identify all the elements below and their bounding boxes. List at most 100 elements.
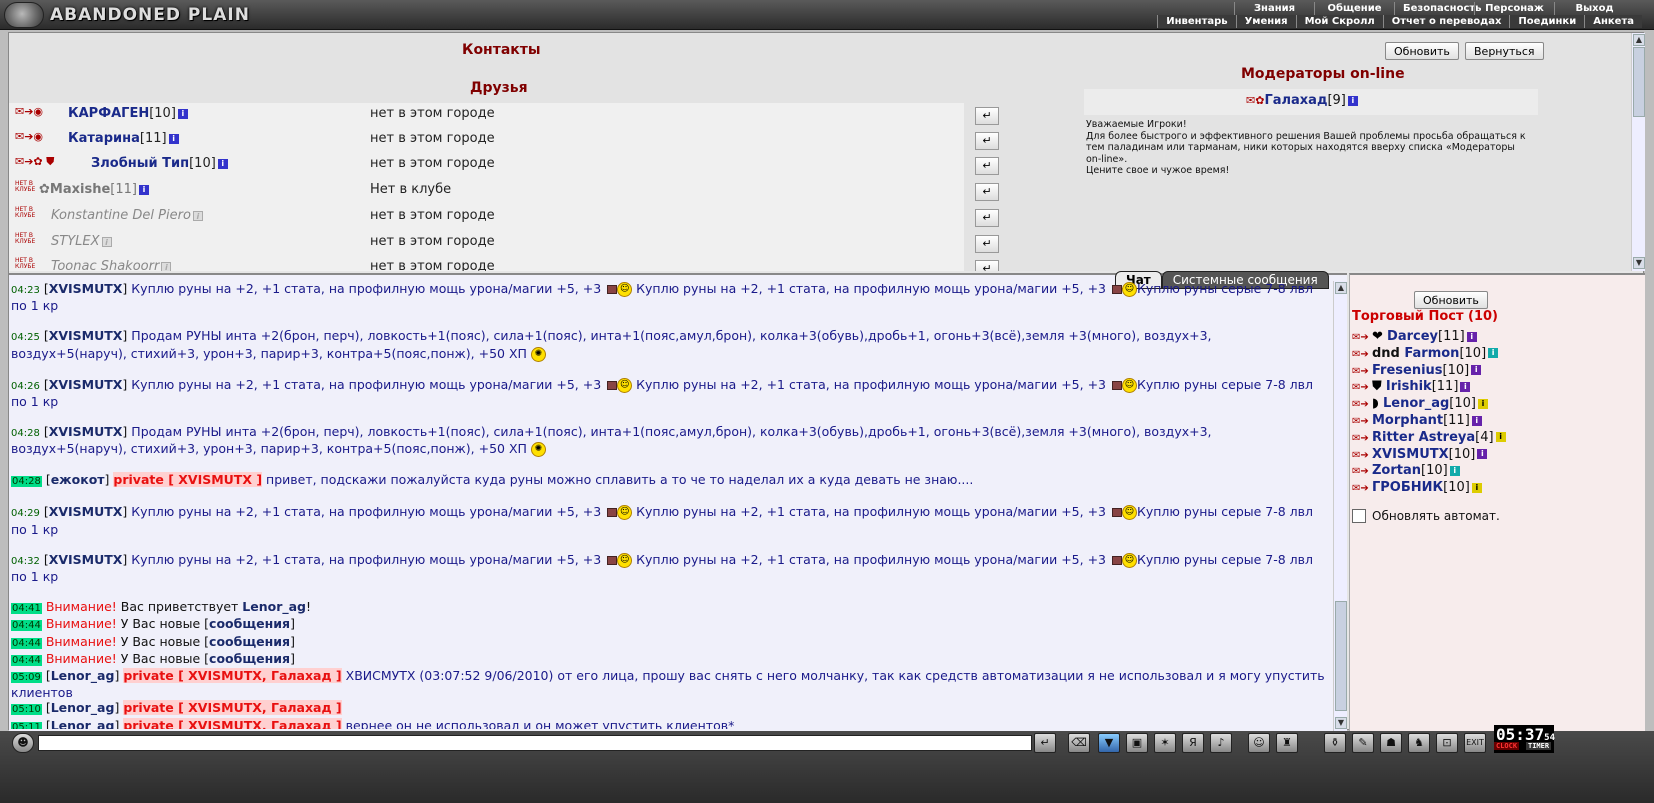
info-icon[interactable]: i <box>168 133 179 144</box>
trade-user-name[interactable]: Farmon <box>1404 346 1459 361</box>
trade-user-name[interactable]: ГРОБНИК <box>1372 480 1443 495</box>
clan-icon[interactable]: ♜ <box>1276 733 1298 753</box>
menu-exit[interactable]: Выход <box>1554 2 1634 15</box>
private-message-arrow-icon[interactable]: ✉➔◉ <box>15 130 43 143</box>
private-message-arrow-icon[interactable]: ✉➔ <box>1352 466 1372 477</box>
info-icon[interactable]: i <box>1471 482 1482 493</box>
refresh-button[interactable]: Обновить <box>1385 42 1459 60</box>
friend-name[interactable]: Злобный Тип[10] i <box>91 156 228 171</box>
private-message-arrow-icon[interactable]: ✉➔ <box>1352 382 1372 393</box>
checkbox-icon[interactable] <box>1352 509 1366 523</box>
trade-user-name[interactable]: Morphant <box>1372 413 1443 428</box>
chat-nick[interactable]: сообщения <box>209 616 290 631</box>
trade-user-name[interactable]: Irishik <box>1386 379 1432 394</box>
scroll-down-icon[interactable]: ▼ <box>1633 257 1645 269</box>
head-silhouette-icon[interactable]: ☻ <box>12 733 34 753</box>
trade-user-name[interactable]: XVISMUTX <box>1372 447 1449 462</box>
send-icon[interactable]: ↵ <box>1034 733 1056 753</box>
info-icon[interactable]: i <box>1347 95 1358 106</box>
private-message-arrow-icon[interactable]: ✉➔ <box>1352 433 1372 444</box>
private-message-arrow-icon[interactable]: ✉➔ <box>1352 450 1372 461</box>
friend-name[interactable]: STYLEX i <box>51 234 112 249</box>
info-icon[interactable]: i <box>1477 449 1488 460</box>
timer-label[interactable]: TIMER <box>1526 742 1552 750</box>
friend-name[interactable]: Konstantine Del Piero i <box>51 208 203 223</box>
info-icon[interactable]: i <box>1488 348 1499 359</box>
menu-transfers-report[interactable]: Отчет о переводах <box>1382 15 1510 28</box>
private-message-arrow-icon[interactable]: ✉➔ <box>1352 416 1372 427</box>
return-icon[interactable]: ↵ <box>975 235 999 253</box>
chat-nick[interactable]: ежокот <box>51 472 105 487</box>
eraser-icon[interactable]: ⌫ <box>1068 733 1090 753</box>
private-message-arrow-icon[interactable]: ✉➔ <box>1352 399 1372 410</box>
private-message-arrow-icon[interactable]: ✉➔ <box>1352 349 1372 360</box>
friend-name[interactable]: Toonac Shakoorr i <box>51 259 172 271</box>
private-message-arrow-icon[interactable]: ✉➔ <box>1352 332 1372 343</box>
scroll-thumb[interactable] <box>1335 601 1347 711</box>
friend-name[interactable]: ✿Maxishe[11] i <box>39 182 149 197</box>
inventory-icon[interactable]: ⚱ <box>1324 733 1346 753</box>
smiley-icon[interactable]: ☺ <box>1248 733 1270 753</box>
chat-nick[interactable]: XVISMUTX <box>49 281 123 296</box>
trade-user-name[interactable]: Darcey <box>1387 329 1438 344</box>
info-icon[interactable]: i <box>1471 365 1482 376</box>
menu-knowledge[interactable]: Знания <box>1234 2 1314 15</box>
trade-user-name[interactable]: Fresenius <box>1372 363 1443 378</box>
chat-nick[interactable]: сообщения <box>209 651 290 666</box>
scroll-up-icon[interactable]: ▲ <box>1335 282 1347 294</box>
private-tag[interactable]: private [ XVISMUTX, Галахад ] <box>123 668 342 684</box>
return-icon[interactable]: ↵ <box>975 132 999 150</box>
chat-nick[interactable]: Lenor_ag <box>242 599 306 614</box>
info-icon[interactable]: i <box>1495 432 1506 443</box>
chat-nick[interactable]: XVISMUTX <box>49 552 123 567</box>
trade-user-name[interactable]: Lenor_ag <box>1383 396 1449 411</box>
trade-user-name[interactable]: Ritter Astreya <box>1372 430 1475 445</box>
chat-nick[interactable]: XVISMUTX <box>49 377 123 392</box>
chat-nick[interactable]: Lenor_ag <box>51 718 115 729</box>
translate-icon[interactable]: Я <box>1182 733 1204 753</box>
menu-inventory[interactable]: Инвентарь <box>1157 15 1235 28</box>
filter-icon[interactable]: ▼ <box>1098 733 1120 753</box>
clock-label[interactable]: CLOCK <box>1494 742 1520 750</box>
lock-icon[interactable]: ⊡ <box>1436 733 1458 753</box>
exit-icon[interactable]: EXIT <box>1464 733 1486 753</box>
auto-refresh-checkbox[interactable]: Обновлять автомат. <box>1352 509 1500 523</box>
menu-skills[interactable]: Умения <box>1235 15 1296 28</box>
contacts-scrollbar[interactable]: ▲ ▼ <box>1631 33 1645 271</box>
scroll-thumb[interactable] <box>1633 47 1645 117</box>
friend-name[interactable]: Катарина[11] i <box>68 131 179 146</box>
private-message-arrow-icon[interactable]: ✉➔ <box>1352 366 1372 377</box>
info-icon[interactable]: i <box>192 210 203 221</box>
menu-my-scroll[interactable]: Мой Скролл <box>1295 15 1383 28</box>
chat-nick[interactable]: сообщения <box>209 634 290 649</box>
friend-name[interactable]: КАРФАГЕН[10] i <box>68 106 188 121</box>
trade-user-name[interactable]: Zortan <box>1372 463 1421 478</box>
private-tag[interactable]: private [ XVISMUTX ] <box>113 472 263 488</box>
menu-communication[interactable]: Общение <box>1314 2 1394 15</box>
mask-icon[interactable]: ☗ <box>1380 733 1402 753</box>
private-tag[interactable]: private [ XVISMUTX, Галахад ] <box>123 700 342 716</box>
private-message-arrow-icon[interactable]: ✉➔◉ <box>15 105 43 118</box>
scroll-up-icon[interactable]: ▲ <box>1633 34 1645 46</box>
return-icon[interactable]: ↵ <box>975 107 999 125</box>
scroll-icon[interactable]: ✎ <box>1352 733 1374 753</box>
info-icon[interactable]: i <box>217 158 228 169</box>
menu-security[interactable]: Безопасность <box>1394 2 1482 15</box>
back-button[interactable]: Вернуться <box>1465 42 1544 60</box>
info-icon[interactable]: i <box>177 108 188 119</box>
private-message-arrow-icon[interactable]: ✉➔✿ ⛊ <box>15 155 54 169</box>
info-icon[interactable]: i <box>1477 398 1488 409</box>
info-icon[interactable]: i <box>1460 381 1471 392</box>
return-icon[interactable]: ↵ <box>975 260 999 271</box>
info-icon[interactable]: i <box>1449 465 1460 476</box>
info-icon[interactable]: i <box>101 236 112 247</box>
scroll-down-icon[interactable]: ▼ <box>1335 717 1347 729</box>
fighter-icon[interactable]: ✶ <box>1154 733 1176 753</box>
info-icon[interactable]: i <box>1471 415 1482 426</box>
sound-icon[interactable]: ♪ <box>1210 733 1232 753</box>
return-icon[interactable]: ↵ <box>975 157 999 175</box>
private-tag[interactable]: private [ XVISMUTX, Галахад ] <box>123 717 342 729</box>
chat-input[interactable] <box>38 735 1032 751</box>
chat-nick[interactable]: XVISMUTX <box>49 328 123 343</box>
private-message-arrow-icon[interactable]: ✉➔ <box>1352 483 1372 494</box>
